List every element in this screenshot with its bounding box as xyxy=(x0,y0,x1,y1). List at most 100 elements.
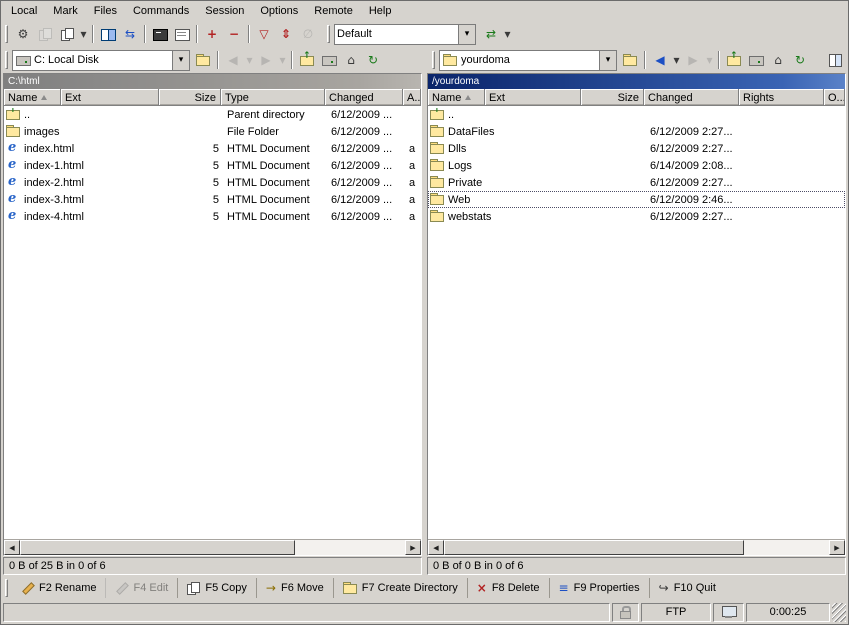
column-header[interactable]: Ext xyxy=(61,89,159,105)
file-row[interactable]: Web 6/12/2009 2:46... xyxy=(428,191,845,208)
file-row[interactable]: webstats 6/12/2009 2:27... xyxy=(428,208,845,225)
remote-file-list[interactable]: .. DataFiles 6/12/2009 2:27... xyxy=(428,106,845,539)
session-button[interactable] xyxy=(34,23,56,45)
back-history-dropdown[interactable]: ▾ xyxy=(671,49,682,71)
local-file-list[interactable]: .. Parent directory 6/12/2009 ... images… xyxy=(4,106,421,539)
file-row[interactable]: index-4.html 5 HTML Document 6/12/2009 .… xyxy=(4,208,421,225)
column-header[interactable]: Rights xyxy=(739,89,824,105)
menu-item[interactable]: Options xyxy=(252,2,306,21)
column-header[interactable]: Changed xyxy=(644,89,739,105)
toolbar-grip[interactable] xyxy=(327,25,330,43)
f10-quit-button[interactable]: ↪ F10 Quit xyxy=(649,578,725,598)
file-row[interactable]: index.html 5 HTML Document 6/12/2009 ...… xyxy=(4,140,421,157)
f9-properties-button[interactable]: ≡ F9 Properties xyxy=(549,578,649,598)
forward-button[interactable]: ▶ xyxy=(682,49,704,71)
open-directory-button[interactable] xyxy=(192,49,214,71)
local-path-bar[interactable]: C:\html xyxy=(4,74,421,89)
refresh-button[interactable]: ↻ xyxy=(362,49,384,71)
local-drive-combo[interactable]: C: Local Disk xyxy=(12,50,190,71)
column-header[interactable]: Changed xyxy=(325,89,403,105)
cancel-button[interactable]: ∅ xyxy=(297,23,319,45)
scroll-left-button[interactable]: ◀ xyxy=(428,540,444,555)
toolbar-grip[interactable] xyxy=(5,25,8,43)
column-header[interactable]: Name xyxy=(4,89,61,105)
file-row[interactable]: Logs 6/14/2009 2:08... xyxy=(428,157,845,174)
session-dropdown[interactable]: ▾ xyxy=(78,23,89,45)
chevron-down-icon[interactable] xyxy=(172,51,189,70)
menu-item[interactable]: Files xyxy=(86,2,125,21)
add-button[interactable]: + xyxy=(201,23,223,45)
transfer-settings-button[interactable]: ⇄ xyxy=(480,23,502,45)
back-button[interactable]: ◀ xyxy=(649,49,671,71)
session-combo[interactable]: Default xyxy=(334,24,476,45)
file-row[interactable]: Private 6/12/2009 2:27... xyxy=(428,174,845,191)
column-header[interactable]: O... xyxy=(824,89,845,105)
column-header[interactable]: Size xyxy=(159,89,221,105)
panel-layout-button[interactable] xyxy=(824,49,846,71)
chevron-down-icon[interactable] xyxy=(599,51,616,70)
root-directory-button[interactable] xyxy=(318,49,340,71)
remove-button[interactable]: − xyxy=(223,23,245,45)
menu-item[interactable]: Local xyxy=(3,2,45,21)
file-row[interactable]: images File Folder 6/12/2009 ... xyxy=(4,123,421,140)
remote-directory-combo[interactable]: yourdoma xyxy=(439,50,617,71)
local-horizontal-scrollbar[interactable]: ◀ ▶ xyxy=(4,539,421,555)
menu-item[interactable]: Commands xyxy=(125,2,197,21)
back-button[interactable]: ◀ xyxy=(222,49,244,71)
compare-directories-button[interactable] xyxy=(97,23,119,45)
scrollbar-thumb[interactable] xyxy=(444,540,744,555)
toolbar-grip[interactable] xyxy=(5,51,8,69)
root-directory-button[interactable] xyxy=(745,49,767,71)
menu-item[interactable]: Session xyxy=(197,2,252,21)
file-row[interactable]: index-1.html 5 HTML Document 6/12/2009 .… xyxy=(4,157,421,174)
file-row[interactable]: .. xyxy=(428,106,845,123)
f7-create-directory-button[interactable]: F7 Create Directory xyxy=(333,578,467,598)
refresh-button[interactable]: ↻ xyxy=(789,49,811,71)
chevron-down-icon[interactable] xyxy=(458,25,475,44)
f6-move-button[interactable]: → F6 Move xyxy=(256,578,333,598)
file-row[interactable]: index-2.html 5 HTML Document 6/12/2009 .… xyxy=(4,174,421,191)
preferences-button[interactable]: ⚙ xyxy=(12,23,34,45)
remote-path-bar[interactable]: /yourdoma xyxy=(428,74,845,89)
parent-directory-button[interactable] xyxy=(296,49,318,71)
column-header[interactable]: Ext xyxy=(485,89,581,105)
sort-button[interactable]: ⇕ xyxy=(275,23,297,45)
file-row[interactable]: index-3.html 5 HTML Document 6/12/2009 .… xyxy=(4,191,421,208)
resize-grip-icon[interactable] xyxy=(832,603,846,622)
column-header[interactable]: Size xyxy=(581,89,644,105)
back-history-dropdown[interactable]: ▾ xyxy=(244,49,255,71)
f5-copy-button[interactable]: F5 Copy xyxy=(177,578,256,598)
forward-button[interactable]: ▶ xyxy=(255,49,277,71)
home-directory-button[interactable]: ⌂ xyxy=(767,49,789,71)
synchronize-button[interactable]: ⇆ xyxy=(119,23,141,45)
file-row[interactable]: .. Parent directory 6/12/2009 ... xyxy=(4,106,421,123)
file-row[interactable]: Dlls 6/12/2009 2:27... xyxy=(428,140,845,157)
toolbar-grip[interactable] xyxy=(432,51,435,69)
forward-history-dropdown[interactable]: ▾ xyxy=(704,49,715,71)
menu-item[interactable]: Mark xyxy=(45,2,85,21)
filter-button[interactable]: ▽ xyxy=(253,23,275,45)
scroll-left-button[interactable]: ◀ xyxy=(4,540,20,555)
transfer-settings-dropdown[interactable]: ▾ xyxy=(502,23,513,45)
duplicate-session-button[interactable] xyxy=(56,23,78,45)
toolbar-grip[interactable] xyxy=(5,579,8,597)
f8-delete-button[interactable]: × F8 Delete xyxy=(467,578,549,598)
column-header[interactable]: Name xyxy=(428,89,485,105)
menu-item[interactable]: Help xyxy=(361,2,400,21)
console-button[interactable] xyxy=(149,23,171,45)
column-header[interactable]: A... xyxy=(403,89,421,105)
scrollbar-thumb[interactable] xyxy=(20,540,295,555)
parent-directory-button[interactable] xyxy=(723,49,745,71)
queue-button[interactable] xyxy=(171,23,193,45)
menu-item[interactable]: Remote xyxy=(306,2,361,21)
scroll-right-button[interactable]: ▶ xyxy=(405,540,421,555)
home-directory-button[interactable]: ⌂ xyxy=(340,49,362,71)
scroll-right-button[interactable]: ▶ xyxy=(829,540,845,555)
forward-history-dropdown[interactable]: ▾ xyxy=(277,49,288,71)
open-directory-button[interactable] xyxy=(619,49,641,71)
f2-rename-button[interactable]: F2 Rename xyxy=(12,578,105,598)
column-header[interactable]: Type xyxy=(221,89,325,105)
file-row[interactable]: DataFiles 6/12/2009 2:27... xyxy=(428,123,845,140)
f4-edit-button[interactable]: F4 Edit xyxy=(105,578,177,598)
remote-horizontal-scrollbar[interactable]: ◀ ▶ xyxy=(428,539,845,555)
